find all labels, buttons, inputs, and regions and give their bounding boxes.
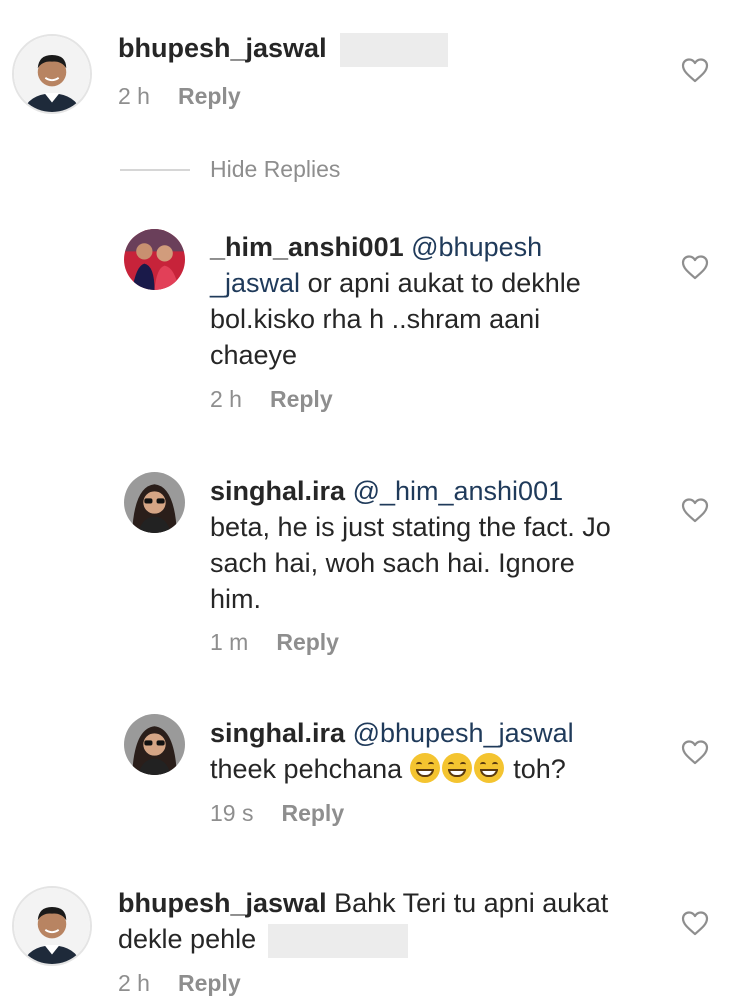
reply-3-username[interactable]: singhal.ira (210, 718, 345, 748)
reply-2-text: beta, he is just stating the fact. Jo sa… (210, 512, 611, 614)
reply-2-username[interactable]: singhal.ira (210, 476, 345, 506)
comment-2-meta: 2 h Reply (118, 970, 241, 997)
avatar-singhal-ira[interactable] (124, 472, 185, 533)
reply-3-text-after: toh? (513, 754, 566, 784)
comment-1-username[interactable]: bhupesh_jaswal (118, 33, 327, 63)
comment-2-time: 2 h (118, 970, 150, 996)
comment-1-time: 2 h (118, 83, 150, 109)
reply-3-body: singhal.ira @bhupesh_jaswal theek pehcha… (210, 715, 640, 787)
redacted-text (267, 923, 408, 958)
comment-1-body: bhupesh_jaswal (118, 30, 638, 67)
avatar-him-anshi001[interactable] (124, 229, 185, 290)
reply-2-time: 1 m (210, 629, 249, 655)
comment-1-meta: 2 h Reply (118, 83, 241, 110)
reply-2-body: singhal.ira @_him_anshi001 beta, he is j… (210, 473, 630, 617)
avatar-bhupesh-jaswal[interactable] (12, 34, 92, 114)
comment-2-username[interactable]: bhupesh_jaswal (118, 888, 327, 918)
reply-3-meta: 19 s Reply (210, 800, 344, 827)
reply-1-body: _him_anshi001 @bhupesh _jaswal or apni a… (210, 229, 630, 373)
comment-2-body: bhupesh_jaswal Bahk Teri tu apni aukat d… (118, 885, 658, 958)
reply-2-meta: 1 m Reply (210, 629, 339, 656)
heart-outline-icon[interactable] (680, 909, 710, 937)
reply-2-reply-button[interactable]: Reply (276, 629, 339, 655)
reply-1-username[interactable]: _him_anshi001 (210, 232, 404, 262)
laughing-emoji-icon (409, 753, 440, 783)
reply-3-text-before: theek pehchana (210, 754, 403, 784)
reply-1-meta: 2 h Reply (210, 386, 333, 413)
heart-outline-icon[interactable] (680, 253, 710, 281)
hide-replies-button[interactable]: Hide Replies (210, 156, 340, 183)
reply-3-time: 19 s (210, 800, 254, 826)
laughing-emoji-icon (473, 753, 504, 783)
reply-3-mention[interactable]: @bhupesh_jaswal (353, 718, 574, 748)
reply-1-reply-button[interactable]: Reply (270, 386, 333, 412)
avatar-singhal-ira[interactable] (124, 714, 185, 775)
redacted-text (340, 32, 449, 67)
comment-2-reply-button[interactable]: Reply (178, 970, 241, 996)
hide-replies-divider (120, 169, 190, 171)
reply-1-time: 2 h (210, 386, 242, 412)
comment-1-reply-button[interactable]: Reply (178, 83, 241, 109)
laughing-emoji-icon (441, 753, 472, 783)
avatar-bhupesh-jaswal[interactable] (12, 886, 92, 966)
heart-outline-icon[interactable] (680, 738, 710, 766)
heart-outline-icon[interactable] (680, 496, 710, 524)
heart-outline-icon[interactable] (680, 56, 710, 84)
reply-2-mention[interactable]: @_him_anshi001 (353, 476, 564, 506)
reply-3-reply-button[interactable]: Reply (281, 800, 344, 826)
